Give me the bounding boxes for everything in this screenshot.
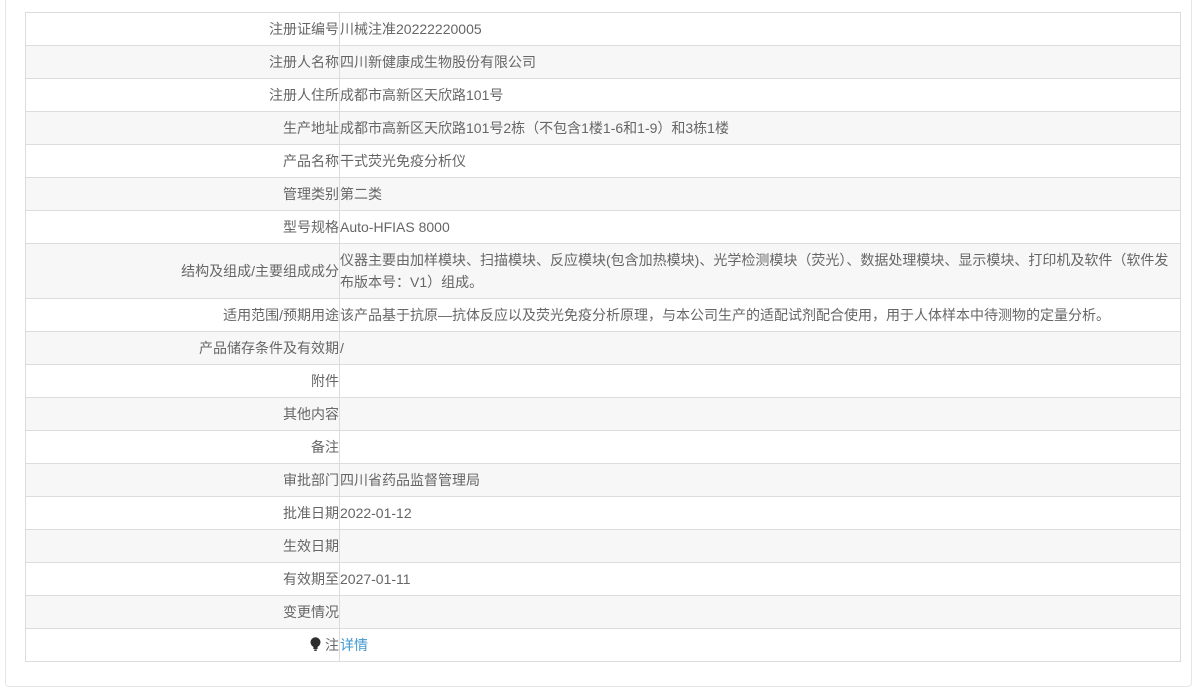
registration-info-table: 注册证编号 川械注准20222220005 注册人名称 四川新健康成生物股份有限公司注… — [25, 12, 1181, 662]
row-value-text: 2022-01-12 — [340, 505, 412, 521]
row-value — [339, 529, 1181, 563]
row-label-text: 注册人住所 — [269, 87, 339, 103]
row-label: 产品名称 — [25, 144, 340, 178]
row-label-text: 有效期至 — [283, 571, 339, 587]
row-label-text: 结构及组成/主要组成成分 — [181, 263, 339, 279]
row-value: 四川新健康成生物股份有限公司 — [339, 45, 1181, 79]
table-row: 适用范围/预期用途 该产品基于抗原—抗体反应以及荧光免疫分析原理，与本公司生产的适… — [25, 298, 1181, 332]
row-value — [339, 364, 1181, 398]
row-label: 产品储存条件及有效期 — [25, 331, 340, 365]
row-label: 型号规格 — [25, 210, 340, 244]
row-value: 四川省药品监督管理局 — [339, 463, 1181, 497]
row-label: 备注 — [25, 430, 340, 464]
row-label-text: 产品储存条件及有效期 — [199, 340, 339, 356]
row-value — [339, 397, 1181, 431]
row-value: 该产品基于抗原—抗体反应以及荧光免疫分析原理，与本公司生产的适配试剂配合使用，用… — [339, 298, 1181, 332]
row-value-text: / — [340, 340, 344, 356]
row-label-text: 适用范围/预期用途 — [223, 307, 339, 323]
row-label-text: 批准日期 — [283, 505, 339, 521]
row-label-text: 其他内容 — [283, 406, 339, 422]
row-label: 生产地址 — [25, 111, 340, 145]
row-label: 其他内容 — [25, 397, 340, 431]
row-value: 详情 — [339, 628, 1181, 662]
row-value: 2027-01-11 — [339, 562, 1181, 596]
table-row: 变更情况 — [25, 595, 1181, 629]
table-row: 其他内容 — [25, 397, 1181, 431]
table-row: 生产地址 成都市高新区天欣路101号2栋（不包含1楼1-6和1-9）和3栋1楼 — [25, 111, 1181, 145]
row-value-text: 川械注准20222220005 — [340, 21, 482, 37]
row-label: 有效期至 — [25, 562, 340, 596]
content-panel: 注册证编号 川械注准20222220005 注册人名称 四川新健康成生物股份有限公司注… — [5, 0, 1192, 687]
row-value-text: 2027-01-11 — [340, 571, 411, 587]
table-row: 批准日期 2022-01-12 — [25, 496, 1181, 530]
row-label-text: 生产地址 — [283, 120, 339, 136]
row-value-text: 四川省药品监督管理局 — [340, 472, 480, 488]
row-label: 注册人名称 — [25, 45, 340, 79]
table-row: 注册人名称 四川新健康成生物股份有限公司 — [25, 45, 1181, 79]
row-label: 适用范围/预期用途 — [25, 298, 340, 332]
row-label: 注册证编号 — [25, 12, 340, 46]
row-label-text: 型号规格 — [283, 219, 339, 235]
table-row: 审批部门 四川省药品监督管理局 — [25, 463, 1181, 497]
table-row: 产品名称 干式荧光免疫分析仪 — [25, 144, 1181, 178]
table-row: 注册人住所 成都市高新区天欣路101号 — [25, 78, 1181, 112]
table-row: 注册证编号 川械注准20222220005 — [25, 12, 1181, 46]
row-label-text: 备注 — [311, 439, 339, 455]
row-label-text: 注册人名称 — [269, 54, 339, 70]
row-value: 成都市高新区天欣路101号 — [339, 78, 1181, 112]
row-label-text: 注 — [325, 637, 339, 653]
row-value — [339, 595, 1181, 629]
row-label: 附件 — [25, 364, 340, 398]
row-label: 批准日期 — [25, 496, 340, 530]
table-row: 管理类别 第二类 — [25, 177, 1181, 211]
row-label-text: 附件 — [311, 373, 339, 389]
row-value — [339, 430, 1181, 464]
row-value-text: 成都市高新区天欣路101号2栋（不包含1楼1-6和1-9）和3栋1楼 — [340, 120, 729, 136]
row-label: 审批部门 — [25, 463, 340, 497]
row-value-text: 干式荧光免疫分析仪 — [340, 153, 466, 169]
table-row: 型号规格 Auto-HFIAS 8000 — [25, 210, 1181, 244]
row-value: 2022-01-12 — [339, 496, 1181, 530]
table-row: 附件 — [25, 364, 1181, 398]
table-row: 生效日期 — [25, 529, 1181, 563]
row-value: 川械注准20222220005 — [339, 12, 1181, 46]
row-value-text: 成都市高新区天欣路101号 — [340, 87, 504, 103]
row-label: 管理类别 — [25, 177, 340, 211]
row-value: 干式荧光免疫分析仪 — [339, 144, 1181, 178]
row-label-text: 审批部门 — [283, 472, 339, 488]
row-label-text: 变更情况 — [283, 604, 339, 620]
table-row: 备注 — [25, 430, 1181, 464]
row-label: 变更情况 — [25, 595, 340, 629]
row-label: 生效日期 — [25, 529, 340, 563]
row-value-text: 第二类 — [340, 186, 382, 202]
table-row: 注详情 — [25, 628, 1181, 662]
row-value-text: 四川新健康成生物股份有限公司 — [340, 54, 536, 70]
table-row: 结构及组成/主要组成成分 仪器主要由加样模块、扫描模块、反应模块(包含加热模块)、… — [25, 243, 1181, 299]
detail-link[interactable]: 详情 — [340, 637, 368, 653]
table-row: 有效期至 2027-01-11 — [25, 562, 1181, 596]
row-label: 结构及组成/主要组成成分 — [25, 243, 340, 299]
row-value-text: Auto-HFIAS 8000 — [340, 219, 450, 235]
row-label: 注 — [25, 628, 340, 662]
row-value: 成都市高新区天欣路101号2栋（不包含1楼1-6和1-9）和3栋1楼 — [339, 111, 1181, 145]
row-label-text: 产品名称 — [283, 153, 339, 169]
row-value: 仪器主要由加样模块、扫描模块、反应模块(包含加热模块)、光学检测模块（荧光）、数… — [339, 243, 1181, 299]
row-value: / — [339, 331, 1181, 365]
bulb-icon — [309, 637, 322, 652]
row-value: Auto-HFIAS 8000 — [339, 210, 1181, 244]
row-value-text: 仪器主要由加样模块、扫描模块、反应模块(包含加热模块)、光学检测模块（荧光）、数… — [340, 252, 1169, 290]
row-label-text: 注册证编号 — [269, 21, 339, 37]
row-label-text: 管理类别 — [283, 186, 339, 202]
row-value: 第二类 — [339, 177, 1181, 211]
row-value-text: 该产品基于抗原—抗体反应以及荧光免疫分析原理，与本公司生产的适配试剂配合使用，用… — [340, 307, 1110, 323]
row-label: 注册人住所 — [25, 78, 340, 112]
table-row: 产品储存条件及有效期 / — [25, 331, 1181, 365]
row-label-text: 生效日期 — [283, 538, 339, 554]
